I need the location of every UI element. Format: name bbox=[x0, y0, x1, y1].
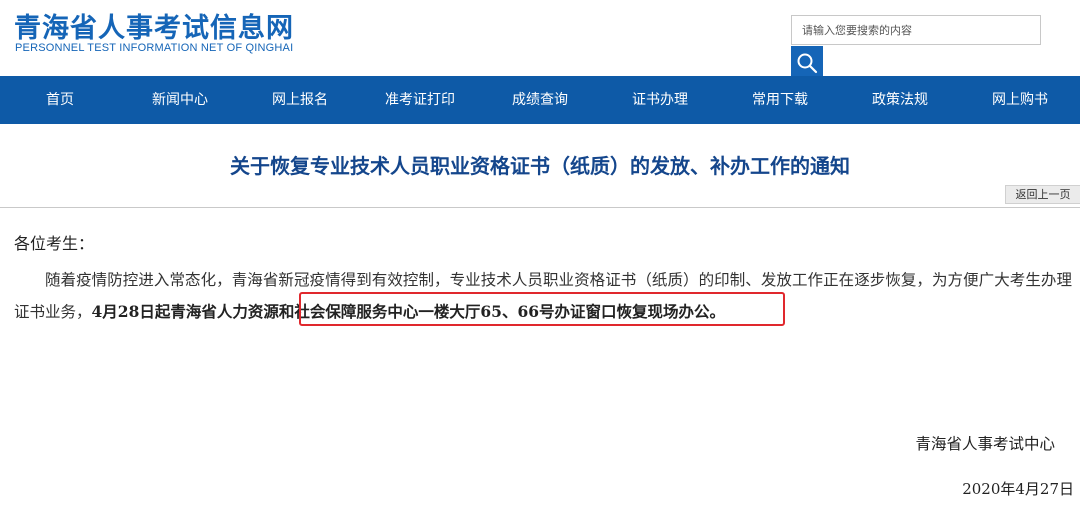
signature: 青海省人事考试中心 bbox=[915, 435, 1055, 453]
site-logo-title[interactable]: 青海省人事考试信息网 bbox=[14, 6, 294, 45]
publish-date: 2020年4月27日 bbox=[962, 480, 1074, 498]
nav-item-policies[interactable]: 政策法规 bbox=[840, 76, 960, 124]
nav-item-downloads[interactable]: 常用下载 bbox=[720, 76, 840, 124]
back-button[interactable]: 返回上一页 bbox=[1005, 185, 1080, 204]
nav-item-score-query[interactable]: 成绩查询 bbox=[480, 76, 600, 124]
search-icon bbox=[797, 53, 818, 74]
nav-item-news[interactable]: 新闻中心 bbox=[120, 76, 240, 124]
site-header: 青海省人事考试信息网 PERSONNEL TEST INFORMATION NE… bbox=[0, 0, 1080, 76]
site-logo-subtitle: PERSONNEL TEST INFORMATION NET OF QINGHA… bbox=[15, 42, 294, 54]
nav-item-home[interactable]: 首页 bbox=[0, 76, 120, 124]
nav-item-certificate[interactable]: 证书办理 bbox=[600, 76, 720, 124]
search-input[interactable] bbox=[791, 15, 1041, 45]
title-divider bbox=[0, 207, 1080, 208]
article-title: 关于恢复专业技术人员职业资格证书（纸质）的发放、补办工作的通知 bbox=[230, 154, 850, 178]
main-nav: 首页 新闻中心 网上报名 准考证打印 成绩查询 证书办理 常用下载 政策法规 网… bbox=[0, 76, 1080, 124]
search-button[interactable] bbox=[791, 46, 823, 76]
highlight-annotation-box bbox=[299, 292, 785, 326]
nav-item-admission-ticket[interactable]: 准考证打印 bbox=[360, 76, 480, 124]
salutation: 各位考生： bbox=[14, 234, 95, 253]
nav-item-online-registration[interactable]: 网上报名 bbox=[240, 76, 360, 124]
nav-item-buy-books[interactable]: 网上购书 bbox=[960, 76, 1080, 124]
